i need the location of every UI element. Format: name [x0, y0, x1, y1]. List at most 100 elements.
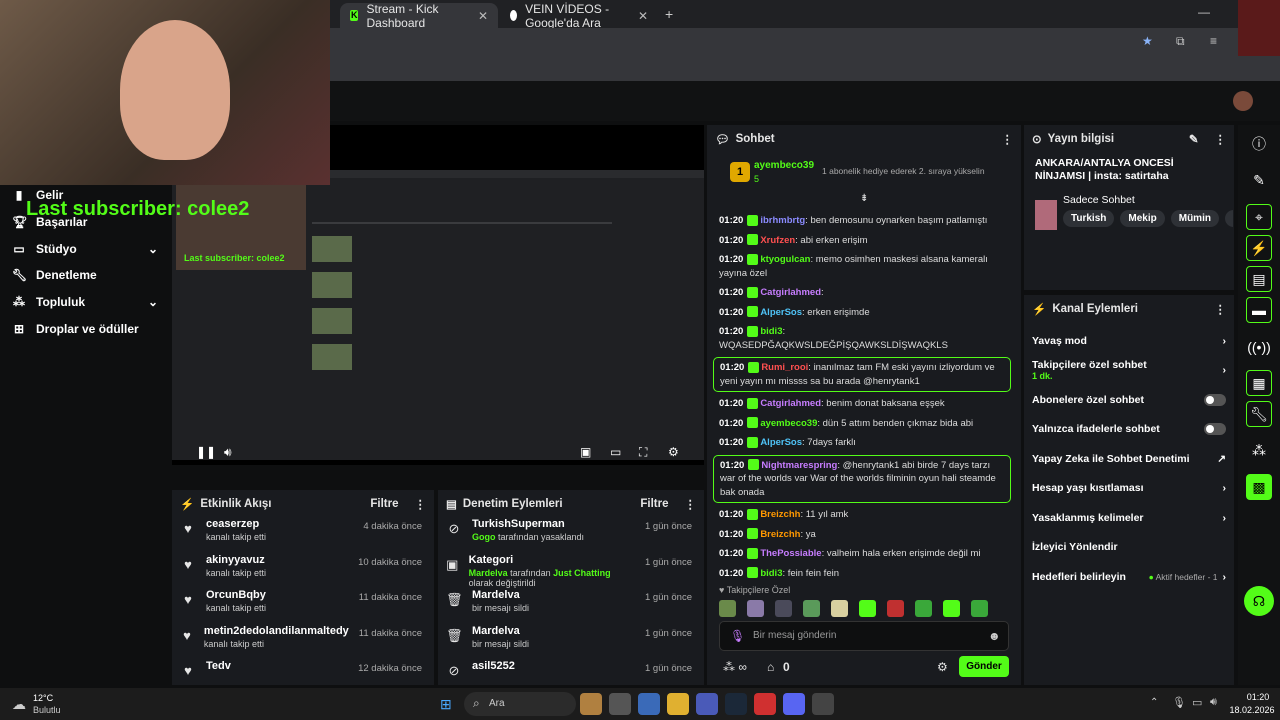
tab-kick-dashboard[interactable]: K Stream - Kick Dashboard ✕: [340, 2, 498, 30]
chat-message[interactable]: 01:20 AlperSos: 7days farklı: [713, 433, 1011, 453]
volume-icon[interactable]: 🔊︎: [224, 445, 232, 460]
points-icon[interactable]: ⁂ ∞: [723, 660, 747, 674]
windows-icon[interactable]: ⊞: [440, 696, 452, 713]
chat-username[interactable]: ThePossiable: [760, 548, 821, 559]
fullscreen-icon[interactable]: ⛶: [639, 445, 647, 460]
chat-message[interactable]: 01:20 Nightmarespring: @henrytank1 abi bi…: [713, 454, 1011, 503]
channel-action-row[interactable]: Hesap yaşı kısıtlaması ›: [1024, 474, 1234, 504]
nav-item[interactable]: ⊞ Droplar ve ödüller: [0, 315, 172, 342]
chevron-right-icon[interactable]: ›: [1223, 571, 1227, 583]
chat-username[interactable]: Rumi_rooi: [761, 362, 808, 373]
more-icon[interactable]: ⋮: [1215, 132, 1227, 146]
moderator-name[interactable]: Mardelva: [469, 568, 508, 578]
nav-item[interactable]: ⁂ Topluluk ⌄: [0, 289, 172, 316]
event-user[interactable]: metin2dedolandilanmaltedy: [204, 625, 349, 637]
nav-item[interactable]: ▭ Stüdyo ⌄: [0, 235, 172, 262]
chat-username[interactable]: Breizchh: [760, 509, 800, 520]
chat-message[interactable]: 01:20 Rumi_rooi: inanılmaz tam FM eski ya…: [713, 357, 1011, 392]
extensions-icon[interactable]: ⧉: [1176, 34, 1185, 49]
chat-message[interactable]: 01:20 bidi3: WQASEDPĞAQKWSLDEĞPİŞQAWKSLDİ…: [713, 322, 1011, 355]
send-button[interactable]: Gönder: [959, 656, 1009, 677]
more-icon[interactable]: ⋮: [685, 497, 697, 511]
event-row[interactable]: ♥ akinyyavuz kanalı takip etti 10 dakika ön…: [172, 554, 434, 590]
chat-username[interactable]: Xrufzen: [760, 235, 795, 246]
edit-icon[interactable]: ✎: [1238, 162, 1280, 199]
star-icon[interactable]: ★: [1142, 34, 1153, 48]
mod-action-target[interactable]: Kategori: [469, 554, 635, 566]
chat-message[interactable]: 01:20 Xrufzen: abi erken erişim: [713, 231, 1011, 251]
filter-button[interactable]: Filtre: [370, 498, 398, 510]
emote-icon[interactable]: [971, 600, 988, 617]
chat-message[interactable]: 01:20 ayembeco39: dün 5 attım benden çıkm…: [713, 414, 1011, 434]
filter-button[interactable]: Filtre: [640, 498, 668, 510]
headset-icon[interactable]: ☊: [1244, 586, 1274, 616]
chat-username[interactable]: ibrhmbrtg: [760, 215, 805, 226]
people-icon[interactable]: ⁂: [1238, 432, 1280, 469]
pinned-leaderboard[interactable]: 1 ayembeco39 5 1 abonelik hediye ederek …: [727, 157, 1017, 191]
mod-action-row[interactable]: 🗑︎ Mardelva bir mesajı sildi 1 gün önce: [438, 589, 704, 625]
avatar[interactable]: [1233, 91, 1253, 111]
event-row[interactable]: ♥ OrcunBqby kanalı takip etti 11 dakika önc…: [172, 589, 434, 625]
event-user[interactable]: ceaserzep: [206, 518, 266, 530]
event-user[interactable]: Tedv: [206, 660, 231, 672]
event-row[interactable]: ♥ ceaserzep kanalı takip etti 4 dakika önce: [172, 518, 434, 554]
more-icon[interactable]: ⋮: [415, 497, 427, 511]
more-icon[interactable]: ⋮: [1215, 302, 1227, 316]
emoji-icon[interactable]: ☻: [988, 629, 1001, 643]
external-link-icon[interactable]: ↗: [1217, 453, 1226, 465]
chat-username[interactable]: Breizchh: [760, 529, 800, 540]
toggle-switch[interactable]: [1204, 393, 1226, 406]
chat-message[interactable]: 01:20 ibrhmbrtg: ben demosunu oynarken ba…: [713, 211, 1011, 231]
wrench-icon[interactable]: 🔧︎: [1246, 401, 1272, 427]
chat-username[interactable]: bidi3: [760, 568, 782, 579]
app-icon[interactable]: [696, 693, 718, 715]
minimize-icon[interactable]: —: [1198, 5, 1210, 19]
bolt-icon[interactable]: ⚡: [1246, 235, 1272, 261]
emote-icon[interactable]: [747, 600, 764, 617]
pip-icon[interactable]: ▣: [580, 445, 591, 459]
chat-username[interactable]: Catgirlahmed: [760, 287, 821, 298]
mod-action-row[interactable]: ▣ Kategori Mardelva tarafından Just Chatti…: [438, 554, 704, 590]
collapse-icon[interactable]: ⇟: [860, 193, 868, 204]
chat-message[interactable]: 01:20 ThePossiable: valheim hala erken er…: [713, 544, 1011, 564]
channel-action-row[interactable]: Yavaş mod ›: [1024, 326, 1234, 356]
chat-message[interactable]: 01:20 AlperSos: erken erişimde: [713, 303, 1011, 323]
mod-action-target[interactable]: asil5252: [472, 660, 515, 672]
channel-action-row[interactable]: Hedefleri belirleyin ● Aktif hedefler - 1…: [1024, 562, 1234, 592]
chrome-icon[interactable]: [754, 693, 776, 715]
event-user[interactable]: OrcunBqby: [206, 589, 266, 601]
nav-item[interactable]: 🔧︎ Denetleme: [0, 262, 172, 289]
mod-action-target[interactable]: Mardelva: [472, 625, 529, 637]
app-icon[interactable]: [580, 693, 602, 715]
category-name[interactable]: Just Chatting: [553, 568, 611, 578]
stream-tag[interactable]: Mekip: [1120, 210, 1165, 227]
emote-icon[interactable]: [943, 600, 960, 617]
mic-icon[interactable]: 🎙︎: [730, 629, 745, 643]
target-icon[interactable]: ⌖: [1246, 204, 1272, 230]
chat-username[interactable]: Catgirlahmed: [760, 398, 821, 409]
app-icon[interactable]: [638, 693, 660, 715]
emote-icon[interactable]: [915, 600, 932, 617]
new-tab-icon[interactable]: +: [665, 6, 673, 22]
chat-username[interactable]: Nightmarespring: [761, 460, 837, 471]
tab-google-search[interactable]: VEIN VİDEOS - Google'da Ara ✕: [500, 2, 658, 30]
channel-action-row[interactable]: İzleyici Yönlendir: [1024, 533, 1234, 563]
chevron-right-icon[interactable]: ›: [1223, 512, 1227, 524]
mod-action-row[interactable]: ⊘ TurkishSuperman Gogo tarafından yasaklan…: [438, 518, 704, 554]
chat-input[interactable]: 🎙︎ Bir mesaj gönderin ☻: [719, 621, 1009, 651]
chat-message[interactable]: 01:20 ktyogulcan: memo osimhen maskesi al…: [713, 250, 1011, 283]
app-icon[interactable]: [609, 693, 631, 715]
channel-action-row[interactable]: Yasaklanmış kelimeler ›: [1024, 503, 1234, 533]
chat-username[interactable]: AlperSos: [760, 437, 802, 448]
toggle-switch[interactable]: [1204, 423, 1226, 436]
theater-icon[interactable]: ▭: [610, 445, 621, 459]
app-icon[interactable]: [812, 693, 834, 715]
moderator-name[interactable]: Gogo: [472, 532, 496, 542]
channel-action-row[interactable]: Abonelere özel sohbet: [1024, 385, 1234, 415]
edit-icon[interactable]: ✎: [1189, 132, 1199, 146]
emote-icon[interactable]: [719, 600, 736, 617]
event-user[interactable]: akinyyavuz: [206, 554, 266, 566]
mod-action-target[interactable]: TurkishSuperman: [472, 518, 584, 530]
channel-action-row[interactable]: Yapay Zeka ile Sohbet Denetimi ↗: [1024, 444, 1234, 474]
channel-action-row[interactable]: Takipçilere özel sohbet 1 dk. ›: [1024, 356, 1234, 386]
